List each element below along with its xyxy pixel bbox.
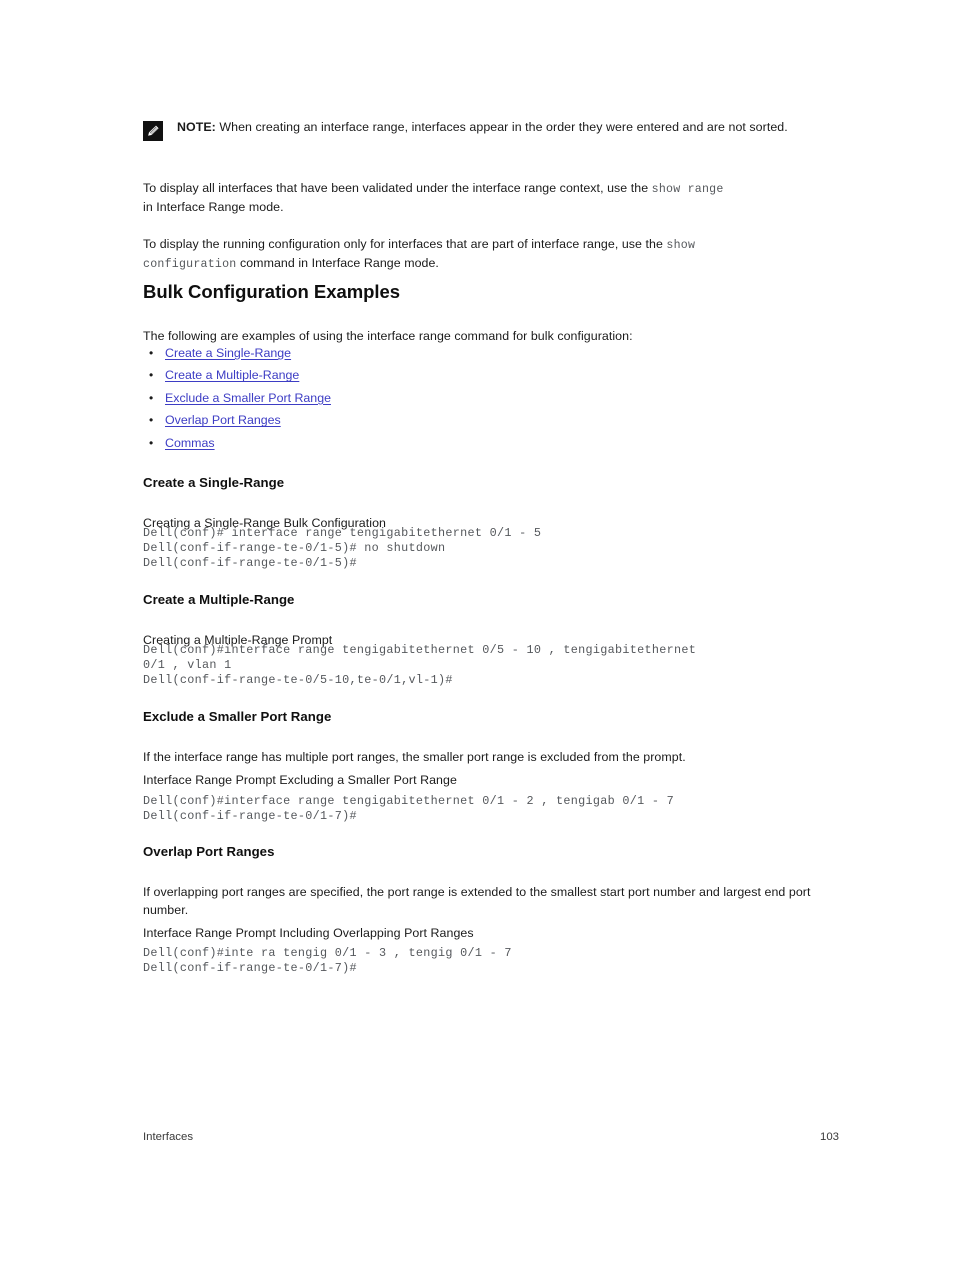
inline-code-show: show [666, 239, 696, 253]
paragraph-1-text-before: To display all interfaces that have been… [143, 181, 652, 196]
bullet-icon: • [149, 368, 154, 383]
heading-create-single-range: Create a Single-Range [143, 475, 285, 490]
link-create-single-range[interactable]: Create a Single-Range [165, 346, 291, 360]
heading-create-multiple-range: Create a Multiple-Range [143, 592, 295, 607]
list-item: • Create a Multiple-Range [143, 368, 331, 390]
caption-overlap-port-ranges: Interface Range Prompt Including Overlap… [143, 926, 474, 941]
body-overlap-port-ranges: If overlapping port ranges are specified… [143, 885, 811, 917]
page-footer: Interfaces 103 [143, 1131, 839, 1143]
inline-code-configuration: configuration [143, 257, 237, 271]
note-pencil-icon [143, 121, 163, 141]
inline-code-show-range: show range [651, 183, 724, 197]
code-block-overlap-port-ranges: Dell(conf)#inte ra tengig 0/1 - 3 , teng… [143, 946, 512, 976]
code-block-create-single-range: Dell(conf)# interface range tengigabitet… [143, 526, 542, 571]
link-create-multiple-range[interactable]: Create a Multiple-Range [165, 368, 299, 382]
bullet-icon: • [149, 390, 154, 405]
list-item: • Exclude a Smaller Port Range [143, 391, 331, 413]
section-intro: The following are examples of using the … [143, 329, 633, 344]
note-body: When creating an interface range, interf… [215, 120, 788, 134]
page-title: Bulk Configuration Examples [143, 281, 401, 302]
document-page: NOTE: When creating an interface range, … [143, 0, 839, 1268]
bullet-icon: • [149, 346, 154, 360]
heading-exclude-smaller-port-range: Exclude a Smaller Port Range [143, 709, 332, 724]
code-block-create-multiple-range: Dell(conf)#interface range tengigabiteth… [143, 643, 697, 688]
paragraph-1-text-after: in Interface Range mode. [143, 199, 284, 214]
footer-page-number: 103 [819, 1131, 839, 1143]
bullet-icon: • [149, 413, 154, 428]
list-item: • Create a Single-Range [143, 346, 331, 368]
paragraph-show-range: To display all interfaces that have been… [143, 180, 843, 216]
list-item: • Overlap Port Ranges [143, 413, 331, 435]
body-exclude-smaller-port-range: If the interface range has multiple port… [143, 750, 686, 765]
link-exclude-smaller-port-range[interactable]: Exclude a Smaller Port Range [165, 391, 331, 405]
note-label: NOTE: [177, 120, 216, 134]
heading-overlap-port-ranges: Overlap Port Ranges [143, 844, 275, 859]
paragraph-2-text-before: To display the running configuration onl… [143, 237, 667, 252]
link-commas[interactable]: Commas [165, 436, 215, 450]
bullet-icon: • [149, 435, 154, 450]
paragraph-2-text-after: command in Interface Range mode. [236, 255, 439, 270]
note-callout: NOTE: When creating an interface range, … [143, 119, 839, 141]
note-text: NOTE: When creating an interface range, … [177, 119, 788, 137]
list-item: • Commas [143, 436, 331, 458]
bulk-examples-link-list: • Create a Single-Range • Create a Multi… [143, 346, 331, 458]
footer-chapter-label: Interfaces [143, 1131, 194, 1143]
paragraph-show-configuration: To display the running configuration onl… [143, 236, 843, 273]
caption-exclude-smaller-port-range: Interface Range Prompt Excluding a Small… [143, 773, 457, 788]
link-overlap-port-ranges[interactable]: Overlap Port Ranges [165, 413, 281, 427]
code-block-exclude-smaller-port-range: Dell(conf)#interface range tengigabiteth… [143, 794, 674, 824]
